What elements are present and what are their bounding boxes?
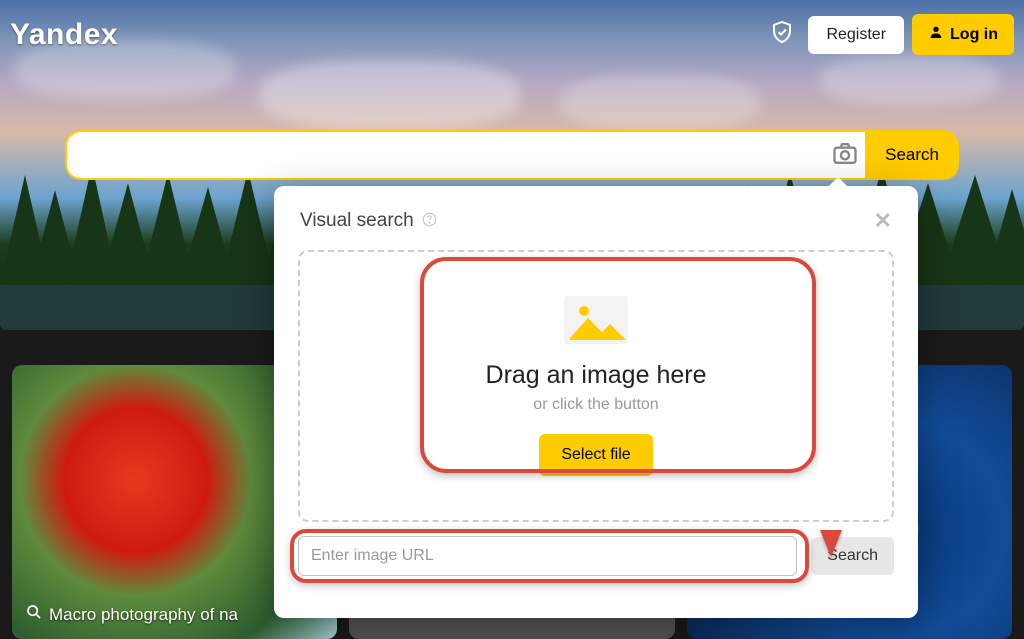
register-button[interactable]: Register [808,16,904,54]
card-caption: Macro photography of na [26,604,238,625]
image-url-input[interactable] [298,536,797,576]
brand-logo[interactable]: Yandex [10,18,118,52]
url-row: Search [298,536,894,576]
shield-icon[interactable] [770,20,794,49]
drop-subtext: or click the button [533,396,658,414]
magnifier-icon [26,604,42,625]
help-icon[interactable] [422,212,437,230]
camera-icon[interactable] [827,136,863,175]
search-bar: Search [65,130,959,180]
drop-zone[interactable]: Drag an image here or click the button S… [298,250,894,522]
url-search-button[interactable]: Search [811,537,894,575]
topbar: Yandex Register Log in [10,14,1014,55]
cloud-decoration [560,75,760,130]
select-file-button[interactable]: Select file [539,434,652,476]
image-icon [564,296,628,349]
drop-text: Drag an image here [486,361,707,390]
popup-title: Visual search [300,210,414,232]
popup-header: Visual search ✕ [274,186,918,246]
visual-search-popup: Visual search ✕ Drag an image here or cl… [274,186,918,618]
user-icon [928,24,944,45]
search-button[interactable]: Search [865,130,959,180]
close-icon[interactable]: ✕ [874,208,892,234]
login-label: Log in [950,26,998,44]
login-button[interactable]: Log in [912,14,1014,55]
cloud-decoration [260,60,520,130]
search-input[interactable] [65,130,865,180]
card-caption-text: Macro photography of na [49,605,238,625]
cloud-decoration [820,55,1000,105]
